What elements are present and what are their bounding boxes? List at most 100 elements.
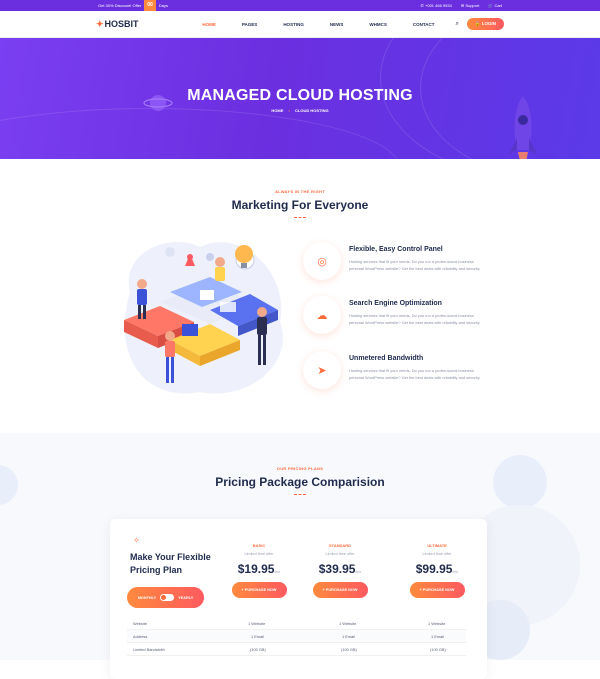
- purchase-button[interactable]: + PURCHASE NOW: [409, 582, 465, 598]
- support-label: Support: [465, 3, 480, 8]
- target-icon: ◎: [303, 242, 341, 280]
- logo-text: HOSBIT: [104, 19, 139, 29]
- toggle-yearly-label[interactable]: YEARLY: [178, 596, 193, 600]
- feature-item: ➤ Unmetered Bandwidth Hosting services t…: [303, 351, 483, 389]
- purchase-button[interactable]: + PURCHASE NOW: [312, 582, 368, 598]
- toggle-switch[interactable]: [160, 594, 175, 601]
- nav-item-news[interactable]: NEWS: [317, 22, 357, 27]
- feature-description: Hosting services that fit your needs. Do…: [349, 368, 481, 380]
- plan-basic: BASIC Limited time offer $19.95/mo + PUR…: [219, 543, 299, 598]
- plan-name: ULTIMATE: [427, 543, 447, 548]
- plan-price-period: /mo: [274, 570, 281, 574]
- plan-description: Limited time offer: [244, 552, 274, 556]
- row-value: 1 Website: [428, 620, 446, 626]
- main-nav: ✦ HOSBIT HOME PAGES HOSTING NEWS WHMCS C…: [0, 11, 600, 38]
- feature-title: Search Engine Optimization: [349, 300, 442, 307]
- rocket-icon: [509, 96, 537, 159]
- row-value: 1 Email: [342, 633, 355, 639]
- pricing-header: OUR PRICING PLANS Pricing Package Compar…: [0, 466, 600, 496]
- plan-price-period: /mo: [452, 570, 459, 574]
- plan-description: Limited time offer: [325, 552, 355, 556]
- sparkle-icon: ✧: [133, 536, 140, 545]
- feature-item: ☁ Search Engine Optimization Hosting ser…: [303, 296, 483, 334]
- chat-icon: ✉: [460, 3, 465, 8]
- pricing-tag: OUR PRICING PLANS: [276, 466, 324, 471]
- plan-price: $19.95/mo: [219, 562, 299, 576]
- pricing-card-title-line1: Make Your Flexible: [130, 552, 211, 562]
- plan-price-value: $39.95: [318, 562, 356, 576]
- lock-icon: 🔒: [474, 21, 481, 26]
- plan-name: BASIC: [252, 543, 266, 548]
- breadcrumb-current: CLOUD HOSTING: [295, 108, 329, 113]
- nav-item-hosting[interactable]: HOSTING: [270, 22, 317, 27]
- cloud-icon: ☁: [303, 296, 341, 334]
- feature-item: ◎ Flexible, Easy Control Panel Hosting s…: [303, 242, 483, 280]
- plan-price: $39.95/mo: [300, 562, 380, 576]
- row-value: (100 GB): [250, 646, 266, 652]
- cart-icon: 🛒: [488, 3, 494, 8]
- row-value: 1 Email: [251, 633, 264, 639]
- plan-ultimate: ULTIMATE Limited time offer $99.95/mo + …: [397, 543, 477, 598]
- pricing-title: Pricing Package Comparision: [215, 475, 385, 489]
- pricing-card-title: Make Your Flexible Pricing Plan: [130, 551, 211, 577]
- title-divider: [294, 217, 306, 219]
- promo-text: Get 30% Discount! Offer: [98, 3, 142, 8]
- plan-name: STANDARD: [328, 543, 352, 548]
- row-value: 1 Email: [431, 633, 444, 639]
- nav-item-whmcs[interactable]: WHMCS: [356, 22, 400, 27]
- marketing-title: Marketing For Everyone: [231, 198, 369, 212]
- login-label: LOGIN: [481, 21, 496, 26]
- title-divider: [294, 494, 306, 496]
- plan-price-value: $19.95: [237, 562, 275, 576]
- phone-link[interactable]: ✆ +001 466 9934: [421, 3, 452, 8]
- purchase-button[interactable]: + PURCHASE NOW: [231, 582, 287, 598]
- countdown-value: 00: [144, 0, 156, 11]
- plan-price-value: $99.95: [415, 562, 453, 576]
- promo: Get 30% Discount! Offer 00 Days: [98, 0, 168, 11]
- plan-standard: STANDARD Limited time offer $39.95/mo + …: [300, 543, 380, 598]
- search-icon[interactable]: ⌕: [456, 21, 459, 28]
- feature-title: Unmetered Bandwidth: [349, 355, 424, 362]
- logo-mark-icon: ✦: [96, 18, 104, 29]
- hero-wave-decoration: [0, 108, 400, 159]
- nav-item-pages[interactable]: PAGES: [229, 22, 270, 27]
- breadcrumb-separator: •: [288, 108, 290, 113]
- support-link[interactable]: ✉ Support: [461, 3, 480, 8]
- row-value: (100 GB): [341, 646, 357, 652]
- phone-icon: ✆: [420, 3, 424, 8]
- planet-icon: [143, 95, 173, 111]
- cart-label: Cart: [494, 3, 502, 8]
- plan-price: $99.95/mo: [397, 562, 477, 576]
- marketing-tag: ALWAYS IN THE RIGHT: [274, 189, 325, 194]
- countdown-unit: Days: [158, 3, 168, 8]
- pricing-card-title-line2: Pricing Plan: [130, 565, 183, 575]
- paper-plane-icon: ➤: [303, 351, 341, 389]
- nav-item-home[interactable]: HOME: [189, 22, 229, 27]
- table-row: Limited Bandwidth (100 GB) (100 GB) (100…: [127, 643, 466, 656]
- login-button[interactable]: 🔒 LOGIN: [466, 18, 504, 30]
- plan-price-period: /mo: [355, 570, 362, 574]
- row-value: 1 Website: [248, 620, 266, 626]
- phone-number: +001 466 9934: [425, 3, 452, 8]
- nav-item-contact[interactable]: CONTACT: [400, 22, 448, 27]
- breadcrumb-home[interactable]: HOME: [271, 108, 283, 113]
- billing-toggle[interactable]: MONTHLY YEARLY: [127, 587, 204, 608]
- feature-description: Hosting services that fit your needs. Do…: [349, 313, 481, 325]
- feature-description: Hosting services that fit your needs. Do…: [349, 259, 481, 271]
- marketing-header: ALWAYS IN THE RIGHT Marketing For Everyo…: [0, 189, 600, 219]
- toggle-monthly-label[interactable]: MONTHLY: [138, 596, 156, 600]
- nav-menu: HOME PAGES HOSTING NEWS WHMCS CONTACT: [189, 22, 447, 27]
- team-illustration: [124, 242, 283, 394]
- logo[interactable]: ✦ HOSBIT: [96, 19, 139, 30]
- top-bar: Get 30% Discount! Offer 00 Days ✆ +001 4…: [0, 0, 600, 11]
- feature-title: Flexible, Easy Control Panel: [349, 246, 443, 253]
- hero-banner: MANAGED CLOUD HOSTING HOME • CLOUD HOSTI…: [0, 38, 600, 159]
- table-row: Address 1 Email 1 Email 1 Email: [127, 630, 466, 643]
- cart-link[interactable]: 🛒 Cart: [488, 3, 502, 8]
- row-value: 1 Website: [339, 620, 357, 626]
- row-label: Limited Bandwidth: [133, 646, 165, 652]
- plan-description: Limited time offer: [422, 552, 452, 556]
- table-row: Website 1 Website 1 Website 1 Website: [127, 617, 466, 630]
- row-value: (100 GB): [430, 646, 446, 652]
- row-label: Address: [133, 633, 148, 639]
